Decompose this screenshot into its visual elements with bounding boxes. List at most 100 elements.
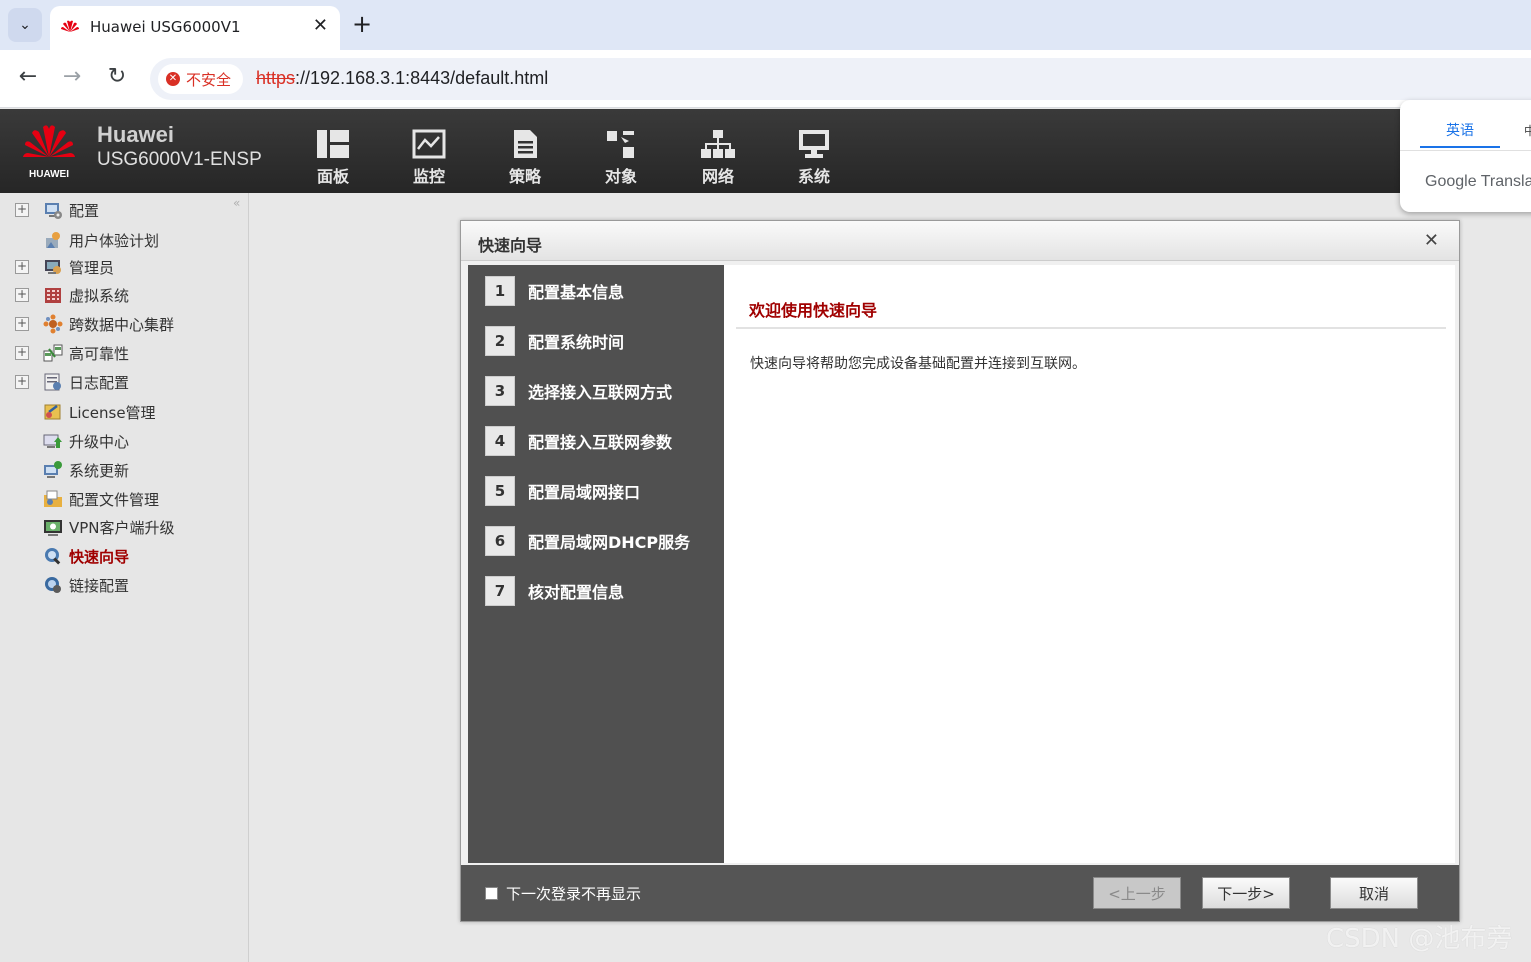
wizard-step-3: 3 选择接入互联网方式: [485, 376, 672, 406]
dashboard-icon: [317, 130, 349, 158]
translate-active-indicator: [1420, 146, 1500, 148]
sidebar-item-label: License管理: [69, 403, 156, 422]
wizard-step-4: 4 配置接入互联网参数: [485, 426, 672, 456]
step-label: 核对配置信息: [528, 583, 625, 602]
prev-step-button[interactable]: <上一步: [1093, 877, 1181, 909]
translate-lang-english[interactable]: 英语: [1420, 120, 1500, 140]
wizard-step-2: 2 配置系统时间: [485, 326, 624, 356]
dialog-footer: 下一次登录不再显示 <上一步 下一步> 取消: [461, 865, 1459, 921]
back-icon[interactable]: ←: [13, 64, 43, 89]
logo-text: HUAWEI: [29, 169, 69, 180]
watermark: CSDN @池布旁: [1326, 924, 1513, 954]
chevron-down-icon: ⌄: [19, 17, 31, 33]
tab-search-button[interactable]: ⌄: [8, 8, 42, 42]
step-label: 配置局域网接口: [528, 483, 641, 502]
nav-label: 系统: [797, 167, 830, 186]
step-label: 配置系统时间: [528, 333, 625, 352]
browser-tab[interactable]: Huawei USG6000V1 ✕: [50, 6, 340, 50]
nav-monitor[interactable]: 监控: [399, 129, 459, 187]
browser-toolbar: ← → ↻ ✕ 不安全 https://192.168.3.1:8443/def…: [0, 50, 1531, 108]
url-rest: ://192.168.3.1:8443/default.html: [295, 68, 549, 88]
wizard-step-5: 5 配置局域网接口: [485, 476, 640, 506]
browser-tabstrip: ⌄ Huawei USG6000V1 ✕ +: [0, 0, 1531, 50]
admin-icon: [45, 260, 61, 274]
nav-dashboard[interactable]: 面板: [303, 129, 363, 187]
huawei-favicon-icon: [61, 20, 79, 32]
tab-title: Huawei USG6000V1: [90, 18, 241, 36]
expand-icon[interactable]: +: [15, 317, 29, 331]
huawei-logo: HUAWEI: [23, 125, 75, 180]
step-number: 5: [485, 476, 515, 506]
config-icon: [45, 203, 62, 219]
welcome-divider: [736, 327, 1446, 329]
sidebar-item-label: 升级中心: [69, 432, 130, 451]
policy-icon: [514, 130, 537, 158]
tab-close-icon[interactable]: ✕: [313, 15, 328, 36]
upgrade-center-icon: [43, 434, 62, 448]
step-label: 配置基本信息: [528, 283, 625, 302]
sidebar-item-label: 链接配置: [69, 576, 130, 595]
config-file-icon: [44, 490, 62, 507]
device-model: USG6000V1-ENSP: [97, 149, 262, 170]
forward-icon[interactable]: →: [57, 64, 87, 89]
reload-icon[interactable]: ↻: [102, 64, 132, 89]
dont-show-again[interactable]: 下一次登录不再显示: [485, 883, 641, 904]
expand-icon[interactable]: +: [15, 203, 29, 217]
expand-icon[interactable]: +: [15, 375, 29, 389]
sidebar-item-label: 高可靠性: [69, 344, 130, 363]
system-update-icon: [44, 461, 62, 478]
step-label: 配置局域网DHCP服务: [528, 533, 691, 552]
expand-icon[interactable]: +: [15, 260, 29, 274]
cancel-button[interactable]: 取消: [1330, 877, 1418, 909]
step-number: 7: [485, 576, 515, 606]
quick-wizard-dialog: 快速向导 ✕ 1 配置基本信息 2 配置系统时间 3 选择接入互联网方式 4 配置接入互…: [460, 220, 1460, 922]
sidebar-item-label: VPN客户端升级: [69, 518, 175, 537]
nav-label: 策略: [508, 167, 541, 186]
step-number: 2: [485, 326, 515, 356]
app-header: HUAWEI Huawei USG6000V1-ENSP 面板 监控 策略 对象…: [0, 109, 1531, 193]
nav-label: 网络: [701, 167, 734, 186]
google-translate-brand: Google Translate: [1425, 173, 1531, 190]
expand-icon[interactable]: +: [15, 288, 29, 302]
step-number: 3: [485, 376, 515, 406]
sidebar-item-label: 系统更新: [69, 461, 130, 480]
nav-policy[interactable]: 策略: [495, 129, 555, 187]
sidebar-collapse-icon[interactable]: «: [233, 196, 240, 210]
address-bar[interactable]: ✕ 不安全 https://192.168.3.1:8443/default.h…: [150, 58, 1531, 100]
nav-label: 监控: [412, 167, 445, 186]
sidebar-item-label: 日志配置: [69, 373, 130, 392]
network-icon: [701, 130, 735, 158]
brand-name: Huawei: [97, 122, 175, 147]
security-label: 不安全: [186, 70, 232, 89]
sidebar-item-label: 跨数据中心集群: [69, 315, 175, 334]
vpn-client-icon: [44, 520, 62, 536]
step-label: 配置接入互联网参数: [528, 433, 673, 452]
sidebar-item-label: 配置: [69, 201, 100, 220]
url-text[interactable]: https://192.168.3.1:8443/default.html: [256, 68, 548, 89]
translate-lang-chinese[interactable]: 中: [1524, 122, 1531, 139]
security-chip[interactable]: ✕ 不安全: [158, 64, 244, 94]
nav-object[interactable]: 对象: [591, 129, 651, 187]
sidebar: « + 配置 用户体验计划 + 管理员 + 虚拟系统 + 跨数据中心集群 + 高…: [0, 193, 249, 962]
system-icon: [799, 130, 829, 158]
dont-show-checkbox[interactable]: [485, 887, 498, 900]
wizard-content: 欢迎使用快速向导 快速向导将帮助您完成设备基础配置并连接到互联网。: [724, 265, 1455, 863]
dialog-close-icon[interactable]: ✕: [1424, 230, 1439, 251]
expand-icon[interactable]: +: [15, 346, 29, 360]
step-number: 1: [485, 276, 515, 306]
nav-system[interactable]: 系统: [784, 129, 844, 187]
license-icon: [44, 404, 61, 420]
step-number: 6: [485, 526, 515, 556]
virtual-system-icon: [45, 288, 61, 303]
nav-network[interactable]: 网络: [688, 129, 748, 187]
wizard-step-1: 1 配置基本信息: [485, 276, 624, 306]
dont-show-label: 下一次登录不再显示: [506, 885, 642, 903]
next-step-button[interactable]: 下一步>: [1202, 877, 1290, 909]
dialog-titlebar: 快速向导 ✕: [461, 221, 1459, 261]
user-experience-icon: [46, 232, 60, 248]
wizard-step-7: 7 核对配置信息: [485, 576, 624, 606]
sidebar-item-label: 配置文件管理: [69, 490, 160, 509]
not-secure-icon: ✕: [166, 72, 180, 86]
new-tab-button[interactable]: +: [352, 10, 372, 38]
translate-popup: 英语 中 Google Translate: [1400, 100, 1531, 212]
